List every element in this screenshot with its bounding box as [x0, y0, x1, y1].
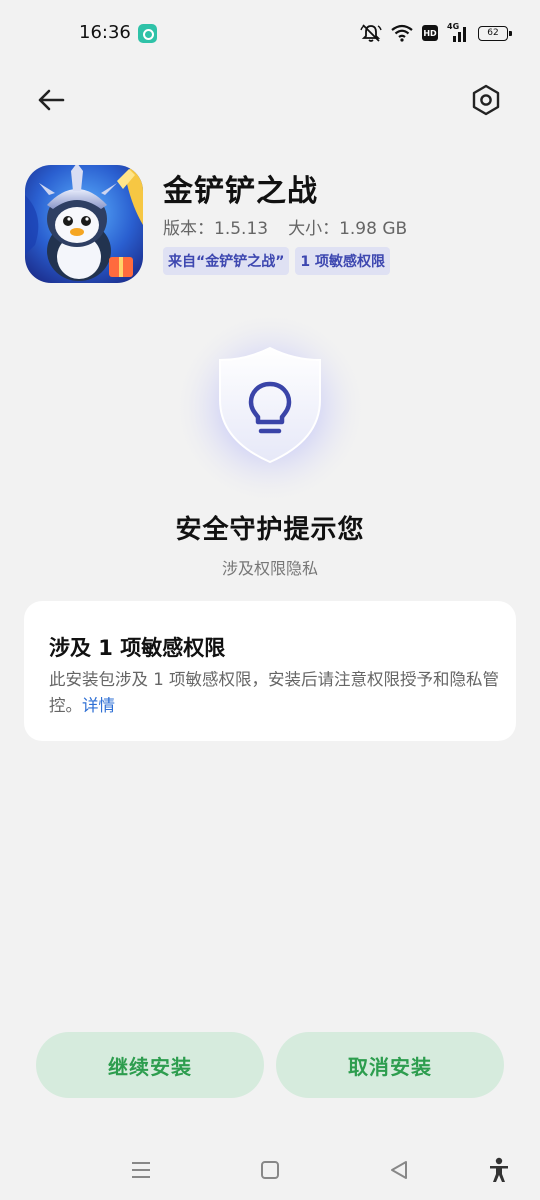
- nav-back-button[interactable]: [383, 1154, 415, 1186]
- security-title: 安全守护提示您: [175, 515, 365, 545]
- arrow-left-icon: [38, 89, 65, 111]
- system-nav-bar: [0, 1140, 540, 1200]
- details-link[interactable]: 详情: [82, 696, 115, 715]
- wifi-icon: [391, 24, 413, 42]
- back-button[interactable]: [30, 80, 72, 120]
- install-screen: 16:36 HD 4G 62 金铲铲之战 版本：1.5.13 大小：1.98 G…: [0, 0, 540, 1200]
- 4g-signal-icon: 4G: [447, 22, 469, 42]
- shield-lightbulb-icon: [170, 300, 370, 502]
- status-bar: 16:36 HD 4G 62: [0, 0, 540, 66]
- settings-button[interactable]: [466, 80, 506, 120]
- battery-icon: 62: [478, 25, 512, 41]
- accessibility-button[interactable]: [483, 1154, 515, 1186]
- hexagon-gear-icon: [472, 84, 500, 116]
- mute-icon: [360, 23, 382, 43]
- app-meta: 版本：1.5.13 大小：1.98 GB: [163, 214, 407, 239]
- security-subtitle: 涉及权限隐私: [221, 559, 318, 578]
- app-name: 金铲铲之战: [163, 174, 318, 209]
- permission-card-title: 涉及 1 项敏感权限: [49, 636, 226, 660]
- app-notification-icon: [138, 24, 157, 43]
- menu-icon: [132, 1162, 150, 1178]
- status-icons: HD 4G 62: [360, 22, 512, 44]
- accessibility-icon: [490, 1157, 508, 1182]
- permission-card: 涉及 1 项敏感权限 此安装包涉及 1 项敏感权限，安装后请注意权限授予和隐私管…: [24, 601, 516, 741]
- menu-button[interactable]: [125, 1154, 157, 1186]
- hd-icon: HD: [422, 25, 438, 41]
- permission-card-body: 此安装包涉及 1 项敏感权限，安装后请注意权限授予和隐私管控。详情: [49, 667, 499, 719]
- cancel-install-button[interactable]: 取消安装: [276, 1032, 504, 1098]
- continue-install-button[interactable]: 继续安装: [36, 1032, 264, 1098]
- app-size: 大小：1.98 GB: [288, 219, 408, 239]
- home-button[interactable]: [254, 1154, 286, 1186]
- app-tags: 来自“金铲铲之战” 1 项敏感权限: [163, 247, 391, 275]
- status-time: 16:36: [79, 22, 131, 43]
- source-tag: 来自“金铲铲之战”: [163, 247, 290, 275]
- permission-card-text: 此安装包涉及 1 项敏感权限，安装后请注意权限授予和隐私管控。: [49, 670, 499, 715]
- permission-tag: 1 项敏感权限: [295, 247, 391, 275]
- app-version: 版本：1.5.13: [163, 219, 269, 239]
- back-triangle-icon: [391, 1161, 407, 1179]
- home-icon: [261, 1161, 279, 1179]
- app-icon: [25, 165, 143, 283]
